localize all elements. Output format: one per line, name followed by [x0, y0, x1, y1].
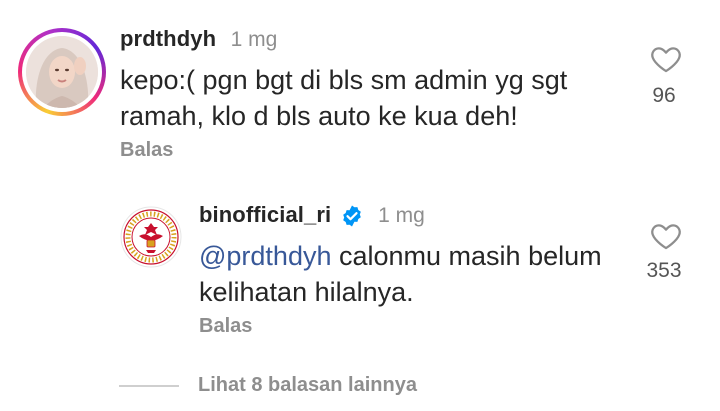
timestamp: 1 mg: [230, 28, 278, 51]
comment-text-line: kepo:( pgn bgt di bls sm admin yg sgt: [120, 65, 568, 95]
reply-button[interactable]: Balas: [199, 315, 252, 338]
like-button[interactable]: [648, 42, 684, 76]
story-ring-avatar[interactable]: [18, 28, 106, 116]
heart-outline-icon: [651, 47, 681, 73]
timestamp: 1 mg: [378, 204, 425, 227]
heart-outline-icon: [651, 224, 681, 250]
comment-header: binofficial_ri 1 mg: [199, 202, 425, 228]
like-count: 353: [646, 259, 682, 282]
comment-text-line: ramah, klo d bls auto ke kua deh!: [120, 101, 518, 131]
comment-text-line: @prdthdyh calonmu masih belum: [199, 238, 602, 274]
comment-text: kepo:( pgn bgt di bls sm admin yg sgt ra…: [120, 62, 567, 134]
bin-seal-logo-icon: [120, 206, 182, 268]
username[interactable]: binofficial_ri: [199, 202, 331, 227]
avatar[interactable]: [120, 206, 182, 268]
verified-badge-icon: [342, 205, 361, 227]
view-more-replies-button[interactable]: Lihat 8 balasan lainnya: [198, 374, 417, 397]
like-button[interactable]: [648, 219, 684, 253]
comment-text: @prdthdyh calonmu masih belum kelihatan …: [199, 238, 602, 310]
comment-header: prdthdyh 1 mg: [120, 26, 277, 52]
replies-divider: [119, 385, 179, 387]
username[interactable]: prdthdyh: [120, 26, 216, 51]
avatar: [26, 36, 98, 108]
like-count: 96: [652, 84, 676, 107]
mention-link[interactable]: @prdthdyh: [199, 241, 331, 271]
reply-button[interactable]: Balas: [120, 139, 173, 162]
comment-text-line: kelihatan hilalnya.: [199, 277, 414, 307]
comment-text-segment: calonmu masih belum: [331, 241, 602, 271]
